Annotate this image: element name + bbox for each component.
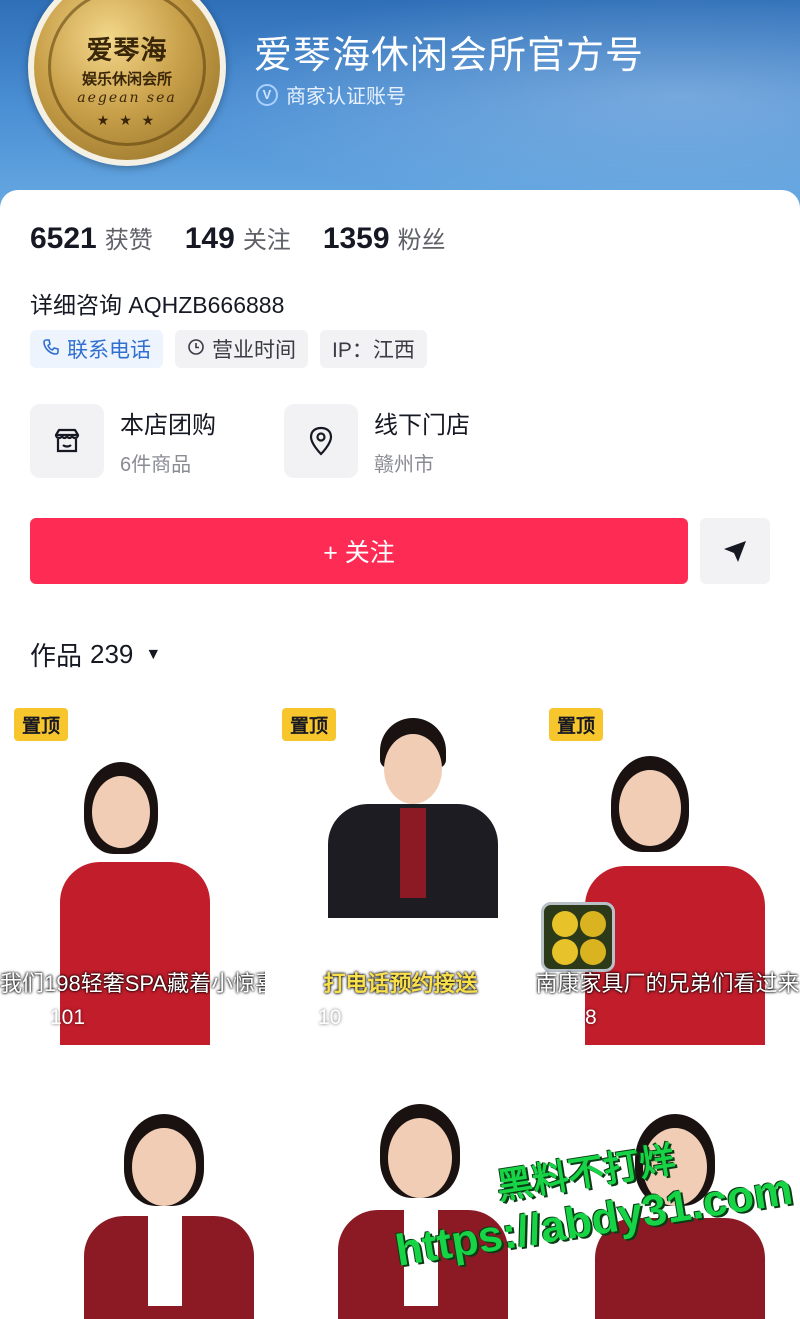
group-buy-title: 本店团购 [120, 412, 216, 439]
thumbnail-person [308, 718, 508, 918]
video-caption: 我们198轻奢SPA藏着小惊喜 [0, 971, 265, 996]
fruit-box [541, 902, 615, 972]
business-hours-label: 营业时间 [212, 339, 296, 362]
pinned-badge: 置顶 [549, 708, 604, 741]
video-caption: 南康家具厂的兄弟们看过来 [535, 971, 800, 996]
phone-icon [42, 338, 60, 361]
heart-icon [14, 1006, 40, 1030]
logo-stars-icon: ★ ★ ★ [96, 112, 158, 128]
heart-icon [282, 1006, 308, 1030]
offline-store-entry[interactable]: 线下门店 赣州市 [284, 404, 470, 478]
contact-phone-tag[interactable]: 联系电话 [30, 330, 163, 368]
offline-store-city: 赣州市 [374, 454, 434, 476]
stat-number: 149 [184, 222, 235, 255]
group-buy-entry[interactable]: 本店团购 6件商品 [30, 404, 216, 478]
verify-text: 商家认证账号 [286, 86, 406, 108]
works-count: 239 [90, 639, 134, 669]
stat-number: 1359 [322, 222, 390, 255]
stats-row: 6521 获赞 149 关注 1359 粉丝 [30, 220, 478, 256]
stat-label: 粉丝 [397, 227, 446, 254]
verified-icon: V [256, 83, 278, 106]
verify-badge: V 商家认证账号 [256, 80, 406, 109]
thumbnail-person [60, 762, 230, 1045]
ip-location-label: IP：江西 [332, 339, 415, 362]
follow-button[interactable]: + 关注 [30, 518, 688, 584]
likes-count: 101 [50, 1006, 86, 1029]
shop-icon [30, 404, 104, 478]
stat-number: 6521 [30, 222, 97, 255]
group-buy-count: 6件商品 [120, 454, 192, 476]
contact-phone-label: 联系电话 [67, 339, 151, 362]
likes-count: 8 [585, 1006, 597, 1029]
business-hours-tag[interactable]: 营业时间 [175, 330, 308, 368]
video-likes: 101 [14, 1006, 85, 1030]
thumbnail-person [74, 1114, 254, 1319]
info-tags: 联系电话 营业时间 IP：江西 [30, 330, 439, 368]
stat-label: 获赞 [104, 227, 153, 254]
video-caption: 打电话预约接送 [323, 971, 478, 996]
send-icon [724, 541, 746, 562]
heart-icon [549, 1006, 575, 1030]
offline-store-title: 线下门店 [374, 412, 470, 439]
clock-icon [187, 338, 205, 361]
video-tile[interactable]: 置顶 打电话预约接送 10 [268, 692, 533, 1045]
works-label: 作品 [30, 641, 83, 671]
stat-followers[interactable]: 1359 粉丝 [323, 220, 446, 256]
logo-text-sub: 娱乐休闲会所 [81, 70, 172, 88]
share-button[interactable] [700, 518, 770, 584]
pinned-badge: 置顶 [14, 708, 69, 741]
pinned-badge: 置顶 [282, 708, 337, 741]
profile-bio: 详细咨询 AQHZB666888 [30, 292, 285, 318]
logo-text-en: aegean sea [77, 90, 177, 106]
stat-following[interactable]: 149 关注 [185, 220, 291, 256]
stat-label: 关注 [242, 227, 291, 254]
thumbnail-person [575, 756, 765, 1045]
ip-location-tag: IP：江西 [320, 330, 427, 368]
works-tab[interactable]: 作品 239 ▼ [30, 636, 161, 673]
likes-count: 10 [318, 1006, 342, 1029]
account-name: 爱琴海休闲会所官方号 [254, 35, 645, 77]
caret-down-icon: ▼ [145, 645, 162, 663]
location-pin-icon [284, 404, 358, 478]
logo-text-main: 爱琴海 [86, 36, 168, 66]
video-likes: 10 [282, 1006, 341, 1030]
stat-likes[interactable]: 6521 获赞 [30, 220, 153, 256]
video-likes: 8 [549, 1006, 597, 1030]
